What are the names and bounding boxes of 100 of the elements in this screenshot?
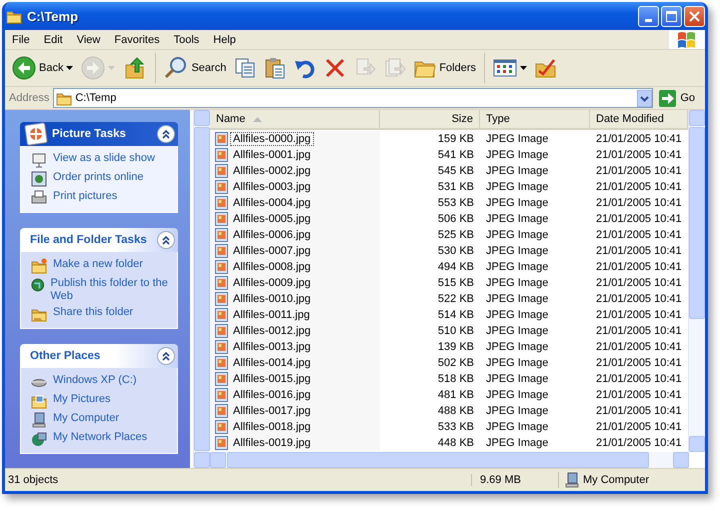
file-type: JPEG Image [485, 148, 550, 163]
copy-icon [234, 57, 256, 79]
file-size: 530 KB [436, 244, 475, 259]
collapse-icon[interactable] [157, 347, 175, 365]
file-size: 541 KB [436, 148, 475, 163]
file-size: 448 KB [436, 436, 475, 451]
scrollbar[interactable] [688, 110, 705, 452]
task-section-header[interactable]: Picture Tasks [20, 122, 178, 146]
file-date: 21/01/2005 10:41 [595, 196, 683, 211]
file-date: 21/01/2005 10:41 [595, 292, 683, 307]
file-type: JPEG Image [485, 436, 550, 451]
globe-icon [31, 277, 44, 293]
file-date: 21/01/2005 10:41 [595, 356, 683, 371]
computer-icon [565, 472, 579, 488]
task-link[interactable]: View as a slide show [53, 152, 155, 165]
task-link[interactable]: Print pictures [53, 190, 118, 203]
file-date: 21/01/2005 10:41 [595, 404, 683, 419]
pictures-folder-icon [31, 393, 47, 409]
task-link[interactable]: Publish this folder to the Web [50, 277, 171, 303]
menu-item[interactable]: Edit [36, 34, 70, 46]
task-link[interactable]: Windows XP (C:) [53, 374, 137, 387]
image-file-icon [215, 420, 228, 434]
window-title: C:\Temp [27, 8, 78, 24]
projector-icon [31, 152, 47, 168]
file-date: 21/01/2005 10:41 [595, 308, 683, 323]
image-file-icon [215, 132, 228, 146]
task-link[interactable]: My Network Places [53, 431, 148, 444]
file-size: 525 KB [436, 228, 475, 243]
file-date: 21/01/2005 10:41 [595, 180, 683, 195]
address-field[interactable]: C:\Temp [53, 88, 654, 108]
image-file-icon [215, 340, 228, 354]
file-type: JPEG Image [485, 260, 550, 275]
file-size: 510 KB [436, 324, 475, 339]
file-size: 515 KB [436, 276, 475, 291]
task-link[interactable]: My Pictures [53, 393, 110, 406]
minimize-button[interactable] [638, 6, 659, 26]
menu-item[interactable]: Help [206, 34, 243, 46]
go-button[interactable]: Go [657, 90, 701, 106]
task-link[interactable]: My Computer [53, 412, 120, 425]
dropdown-arrow-icon[interactable] [637, 90, 652, 106]
menu-item[interactable]: View [70, 34, 108, 46]
column-header[interactable]: Type [480, 110, 590, 128]
address-label: Address [9, 92, 50, 104]
file-size: 139 KB [436, 340, 475, 355]
close-button[interactable] [684, 6, 705, 26]
collapse-icon[interactable] [157, 231, 175, 249]
image-file-icon [215, 148, 228, 162]
collapse-icon[interactable] [157, 125, 175, 143]
file-date: 21/01/2005 10:41 [595, 228, 683, 243]
menu-item[interactable]: Tools [166, 34, 206, 46]
folder-check-icon [535, 57, 558, 79]
task-link[interactable]: Order prints online [53, 171, 144, 184]
image-file-icon [215, 260, 228, 274]
file-type: JPEG Image [485, 324, 550, 339]
image-file-icon [215, 404, 228, 418]
file-date: 21/01/2005 10:41 [595, 436, 683, 451]
network-computer-icon [31, 431, 47, 447]
image-file-icon [215, 308, 228, 322]
file-size: 488 KB [436, 404, 475, 419]
file-type: JPEG Image [485, 196, 550, 211]
search-button[interactable]: Search [161, 54, 230, 82]
sort-arrow-icon [253, 116, 262, 122]
file-type: JPEG Image [485, 388, 550, 403]
column-header[interactable]: Size [380, 110, 480, 128]
address-input[interactable]: C:\Temp [75, 92, 634, 104]
delete-icon [324, 57, 346, 79]
file-size: 494 KB [436, 260, 475, 275]
file-type: JPEG Image [485, 340, 550, 355]
file-type: JPEG Image [485, 244, 550, 259]
back-button[interactable]: Back [9, 54, 76, 82]
file-type: JPEG Image [485, 292, 550, 307]
task-section-header[interactable]: Other Places [20, 344, 178, 368]
image-file-icon [215, 292, 228, 306]
column-header[interactable]: Name [210, 110, 380, 128]
file-size: 522 KB [436, 292, 475, 307]
copy-to-icon [384, 57, 406, 79]
file-size: 514 KB [436, 308, 475, 323]
file-name[interactable]: Allfiles-0000.jpg [230, 132, 314, 146]
image-file-icon [215, 276, 228, 290]
menu-item[interactable]: File [5, 34, 37, 46]
windows-logo [669, 30, 705, 49]
file-date: 21/01/2005 10:41 [595, 164, 683, 179]
file-date: 21/01/2005 10:41 [595, 372, 683, 387]
maximize-button[interactable] [661, 6, 682, 26]
arrow-circle-icon [12, 56, 36, 80]
task-section-header[interactable]: File and Folder Tasks [20, 228, 178, 252]
file-size: 553 KB [436, 196, 475, 211]
scrollbar[interactable] [210, 452, 689, 468]
image-file-icon [215, 436, 228, 450]
task-link[interactable]: Make a new folder [53, 258, 143, 271]
folders-button[interactable]: Folders [411, 55, 480, 81]
file-size: 481 KB [436, 388, 475, 403]
file-date: 21/01/2005 10:41 [595, 260, 683, 275]
file-size: 518 KB [436, 372, 475, 387]
image-file-icon [215, 356, 228, 370]
scrollbar[interactable] [193, 110, 210, 468]
task-link[interactable]: Share this folder [53, 306, 134, 319]
menu-item[interactable]: Favorites [107, 34, 167, 46]
clipboard-icon [264, 57, 286, 79]
file-size: 502 KB [436, 356, 475, 371]
